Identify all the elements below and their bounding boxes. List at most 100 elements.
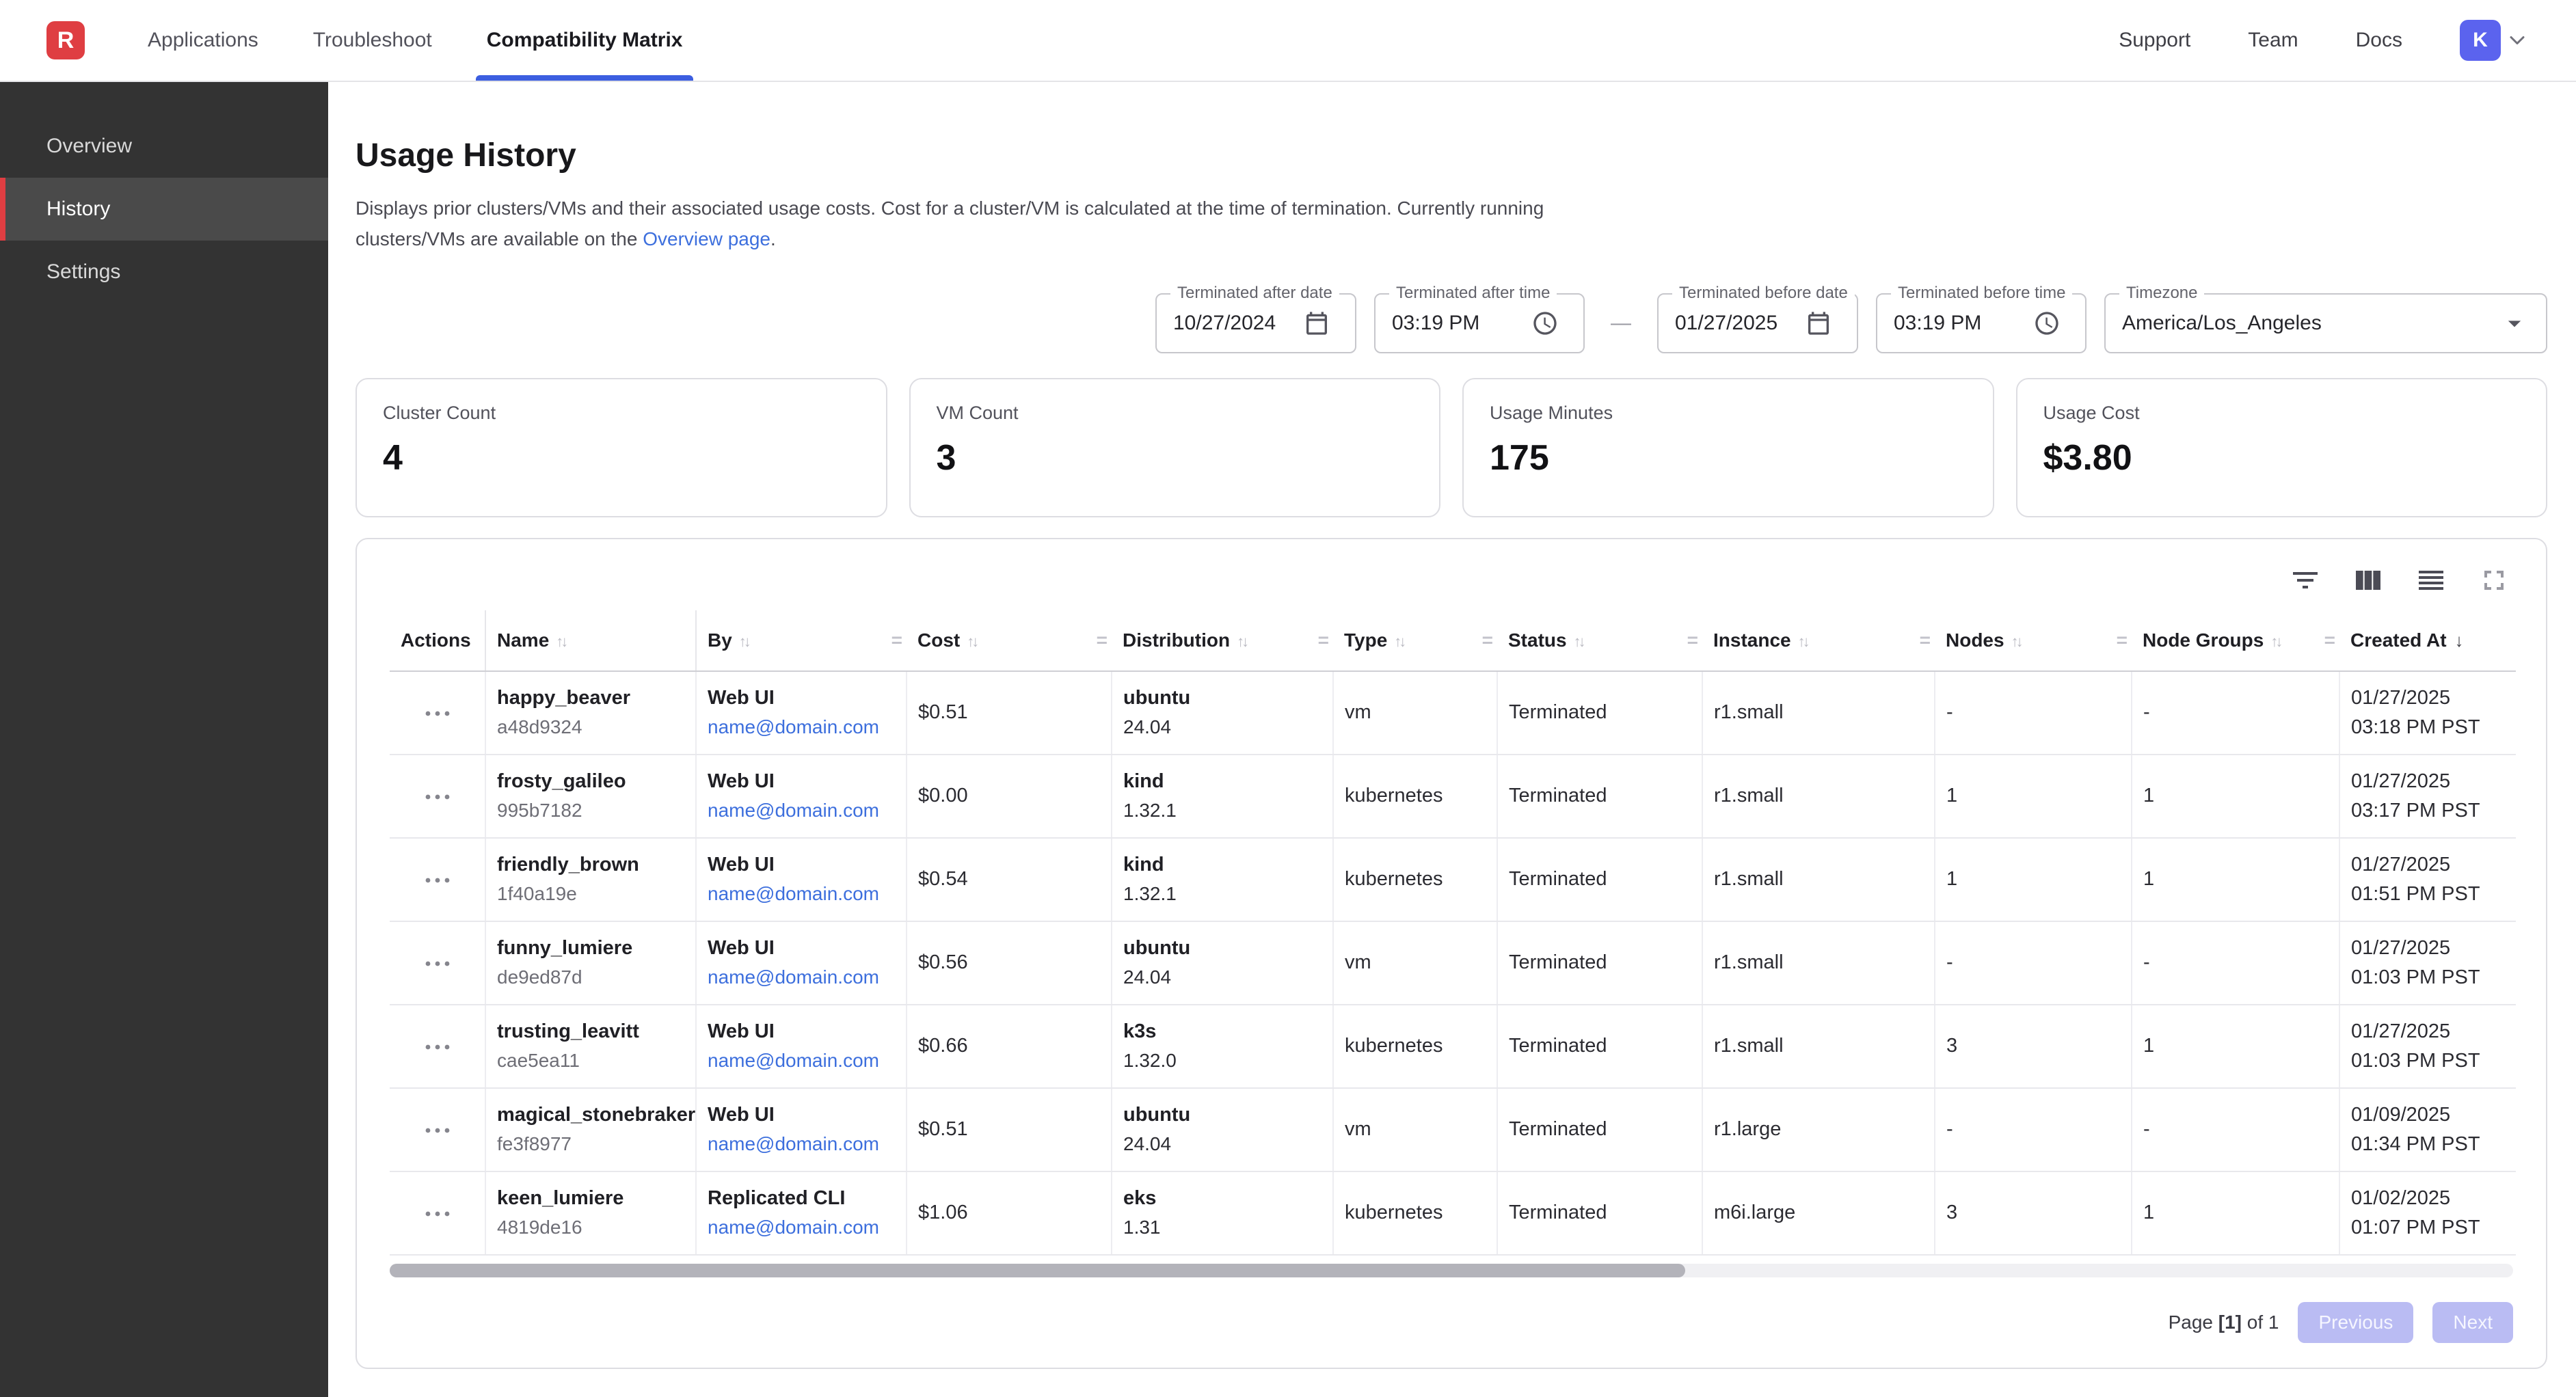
chevron-down-icon — [2505, 28, 2530, 53]
terminated-before-date-field[interactable]: Terminated before date 01/27/2025 — [1657, 293, 1858, 353]
nav-compatibility-matrix[interactable]: Compatibility Matrix — [459, 0, 710, 81]
sidebar-item-history[interactable]: History — [0, 178, 328, 241]
by-email-link[interactable]: name@domain.com — [708, 716, 895, 738]
column-header-name[interactable]: Name↑↓ — [485, 610, 696, 671]
row-actions-button[interactable] — [416, 785, 459, 809]
scrollbar-thumb[interactable] — [390, 1264, 1685, 1277]
cell-name: friendly_brown1f40a19e — [485, 838, 696, 921]
sidebar-item-settings[interactable]: Settings — [0, 241, 328, 303]
column-resize-handle[interactable]: = — [1687, 629, 1698, 651]
column-resize-handle[interactable]: = — [1318, 629, 1329, 651]
app-logo[interactable]: R — [46, 21, 85, 59]
column-resize-handle[interactable]: = — [1482, 629, 1493, 651]
overview-page-link[interactable]: Overview page — [643, 228, 770, 249]
nav-support[interactable]: Support — [2119, 29, 2190, 52]
nav-troubleshoot[interactable]: Troubleshoot — [286, 0, 459, 81]
row-actions-button[interactable] — [416, 1202, 459, 1225]
column-header-nodes[interactable]: Nodes↑↓= — [1935, 610, 2132, 671]
horizontal-scrollbar[interactable] — [390, 1264, 2513, 1277]
previous-page-button[interactable]: Previous — [2298, 1302, 2413, 1343]
cell-name: magical_stonebrakerfe3f8977 — [485, 1088, 696, 1171]
cell-nodes: 1 — [1935, 838, 2132, 921]
next-page-button[interactable]: Next — [2432, 1302, 2513, 1343]
calendar-icon[interactable] — [1791, 308, 1840, 338]
ellipsis-icon — [425, 794, 451, 800]
distribution-version: 1.32.1 — [1123, 883, 1321, 905]
stat-card-usage-cost: Usage Cost $3.80 — [2016, 378, 2548, 517]
cluster-name: friendly_brown — [497, 854, 684, 876]
cell-instance: r1.small — [1702, 838, 1935, 921]
cell-node-groups: 1 — [2132, 838, 2339, 921]
cell-type: kubernetes — [1333, 755, 1497, 838]
cluster-name: keen_lumiere — [497, 1187, 684, 1210]
cell-actions — [390, 1171, 485, 1255]
column-header-instance[interactable]: Instance↑↓= — [1702, 610, 1935, 671]
by-email-link[interactable]: name@domain.com — [708, 1050, 895, 1072]
column-header-type[interactable]: Type↑↓= — [1333, 610, 1497, 671]
distribution-version: 1.32.1 — [1123, 800, 1321, 822]
nav-applications[interactable]: Applications — [120, 0, 286, 81]
column-header-distribution[interactable]: Distribution↑↓= — [1112, 610, 1333, 671]
topbar-right: Support Team Docs K — [2119, 20, 2530, 61]
sidebar-item-overview[interactable]: Overview — [0, 115, 328, 178]
distribution-name: ubuntu — [1123, 687, 1321, 709]
nav-docs[interactable]: Docs — [2356, 29, 2402, 52]
column-header-cost[interactable]: Cost↑↓= — [907, 610, 1112, 671]
page-description: Displays prior clusters/VMs and their as… — [355, 193, 2547, 255]
clock-icon[interactable] — [2020, 308, 2069, 338]
cell-node-groups: 1 — [2132, 755, 2339, 838]
cell-distribution: kind1.32.1 — [1112, 838, 1333, 921]
sort-icon: ↑↓ — [1574, 633, 1583, 650]
column-header-created-at[interactable]: Created At↓ — [2339, 610, 2516, 671]
cluster-name: frosty_galileo — [497, 770, 684, 793]
created-time: 01:34 PM PST — [2351, 1133, 2505, 1156]
cell-nodes: - — [1935, 671, 2132, 755]
cell-node-groups: - — [2132, 1088, 2339, 1171]
cell-cost: $0.54 — [907, 838, 1112, 921]
cell-cost: $0.66 — [907, 1005, 1112, 1088]
cell-cost: $0.51 — [907, 671, 1112, 755]
cell-created-at: 01/09/202501:34 PM PST — [2339, 1088, 2516, 1171]
column-resize-handle[interactable]: = — [2117, 629, 2128, 651]
row-actions-button[interactable] — [416, 1119, 459, 1142]
by-email-link[interactable]: name@domain.com — [708, 966, 895, 988]
column-resize-handle[interactable]: = — [891, 629, 902, 651]
by-email-link[interactable]: name@domain.com — [708, 883, 895, 905]
row-actions-button[interactable] — [416, 702, 459, 725]
column-resize-handle[interactable]: = — [1097, 629, 1108, 651]
filter-icon[interactable] — [2289, 564, 2322, 597]
row-actions-button[interactable] — [416, 869, 459, 892]
timezone-select[interactable]: Timezone America/Los_Angeles — [2104, 293, 2547, 353]
by-email-link[interactable]: name@domain.com — [708, 800, 895, 822]
density-icon[interactable] — [2415, 564, 2447, 597]
clock-icon[interactable] — [1518, 308, 1567, 338]
by-email-link[interactable]: name@domain.com — [708, 1133, 895, 1155]
fullscreen-icon[interactable] — [2478, 564, 2510, 597]
table-header-row: Actions Name↑↓ By↑↓= Cost↑↓= Distributio… — [390, 610, 2516, 671]
nav-team[interactable]: Team — [2248, 29, 2298, 52]
row-actions-button[interactable] — [416, 952, 459, 975]
calendar-icon[interactable] — [1289, 308, 1339, 338]
column-resize-handle[interactable]: = — [1920, 629, 1931, 651]
column-header-by[interactable]: By↑↓= — [696, 610, 907, 671]
column-header-status[interactable]: Status↑↓= — [1497, 610, 1702, 671]
terminated-before-time-field[interactable]: Terminated before time 03:19 PM — [1876, 293, 2087, 353]
cell-cost: $0.00 — [907, 755, 1112, 838]
distribution-version: 24.04 — [1123, 1133, 1321, 1155]
cluster-name: trusting_leavitt — [497, 1020, 684, 1043]
user-menu-button[interactable]: K — [2460, 20, 2530, 61]
cell-by: Web UIname@domain.com — [696, 755, 907, 838]
cell-by: Web UIname@domain.com — [696, 671, 907, 755]
column-resize-handle[interactable]: = — [2324, 629, 2335, 651]
cell-nodes: 3 — [1935, 1005, 2132, 1088]
columns-icon[interactable] — [2352, 564, 2385, 597]
row-actions-button[interactable] — [416, 1035, 459, 1059]
terminated-after-date-field[interactable]: Terminated after date 10/27/2024 — [1155, 293, 1356, 353]
terminated-after-time-field[interactable]: Terminated after time 03:19 PM — [1374, 293, 1585, 353]
stat-label: Usage Minutes — [1490, 403, 1967, 424]
cell-name: happy_beavera48d9324 — [485, 671, 696, 755]
column-header-node-groups[interactable]: Node Groups↑↓= — [2132, 610, 2339, 671]
cell-created-at: 01/27/202503:17 PM PST — [2339, 755, 2516, 838]
cell-distribution: ubuntu24.04 — [1112, 671, 1333, 755]
by-email-link[interactable]: name@domain.com — [708, 1217, 895, 1238]
